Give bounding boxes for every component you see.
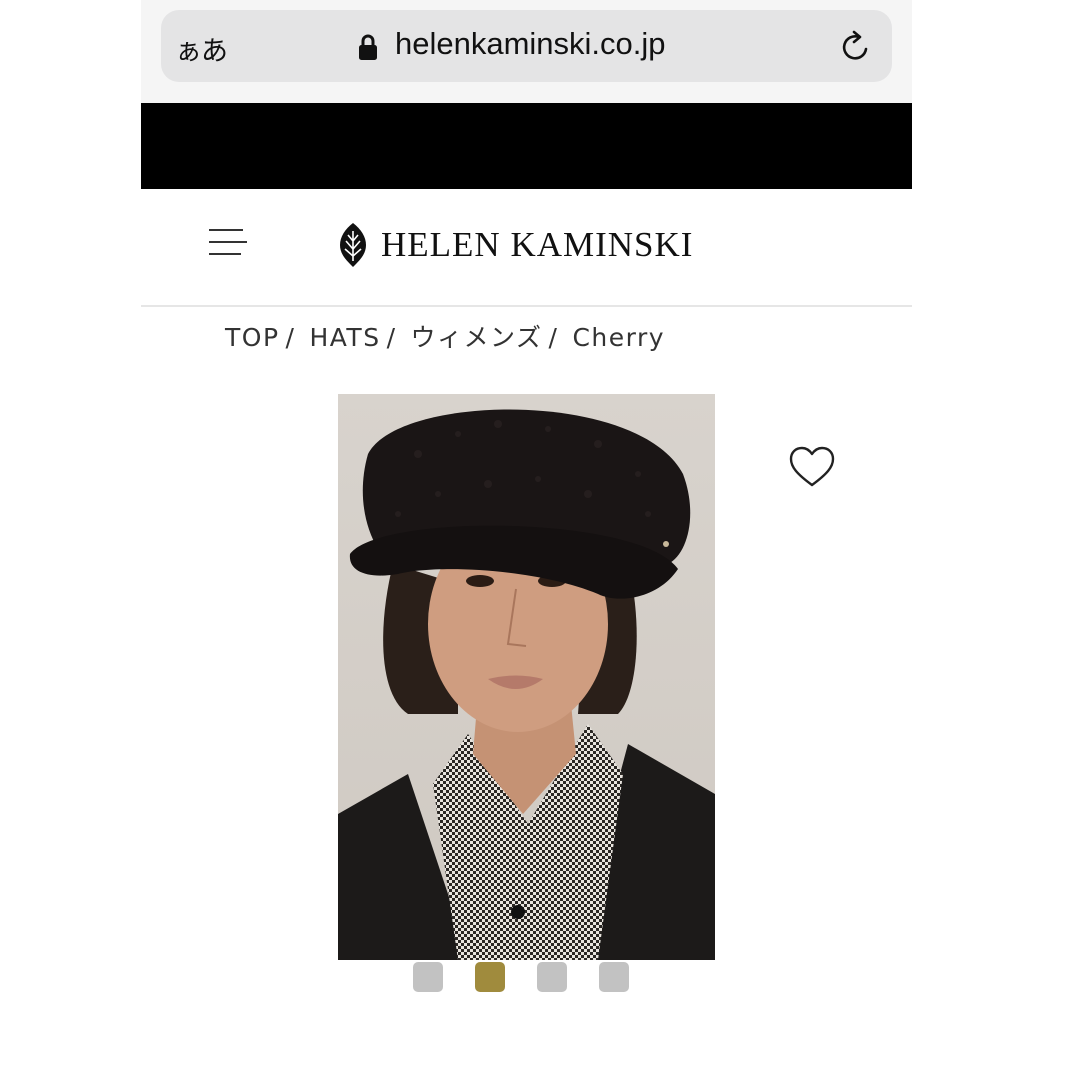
brand-logo[interactable]: HELEN KAMINSKI	[339, 223, 693, 267]
lock-icon	[359, 34, 377, 60]
protea-logo-icon	[340, 223, 366, 267]
announcement-banner	[141, 103, 912, 189]
model-wearing-cap-image	[338, 394, 715, 960]
hamburger-menu-icon[interactable]	[209, 227, 247, 259]
breadcrumb-womens[interactable]: ウィメンズ	[411, 323, 543, 352]
url-text[interactable]: helenkaminski.co.jp	[395, 26, 666, 62]
phone-screen: ぁあ helenkaminski.co.jp HELEN KAMINSKI TO…	[141, 0, 912, 1080]
brand-name: HELEN KAMINSKI	[381, 225, 694, 264]
text-size-button[interactable]: ぁあ	[175, 29, 228, 68]
breadcrumb-separator: /	[386, 323, 397, 352]
product-image[interactable]	[338, 394, 715, 960]
carousel-dot-1[interactable]	[413, 962, 443, 992]
site-header: HELEN KAMINSKI	[141, 189, 912, 307]
carousel-dot-4[interactable]	[599, 962, 629, 992]
address-bar[interactable]: ぁあ helenkaminski.co.jp	[161, 10, 892, 82]
breadcrumb: TOP / HATS / ウィメンズ / Cherry	[225, 318, 665, 354]
breadcrumb-top[interactable]: TOP	[225, 323, 280, 352]
breadcrumb-current: Cherry	[572, 323, 666, 352]
carousel-dot-3[interactable]	[537, 962, 567, 992]
breadcrumb-separator: /	[285, 323, 296, 352]
browser-toolbar: ぁあ helenkaminski.co.jp	[141, 0, 912, 103]
carousel-dot-2-active[interactable]	[475, 962, 505, 992]
carousel-indicators	[413, 962, 629, 992]
breadcrumb-hats[interactable]: HATS	[309, 323, 380, 352]
page: ぁあ helenkaminski.co.jp HELEN KAMINSKI TO…	[0, 0, 1080, 1080]
reload-icon[interactable]	[839, 30, 873, 64]
heart-icon[interactable]	[789, 446, 835, 488]
breadcrumb-separator: /	[548, 323, 559, 352]
